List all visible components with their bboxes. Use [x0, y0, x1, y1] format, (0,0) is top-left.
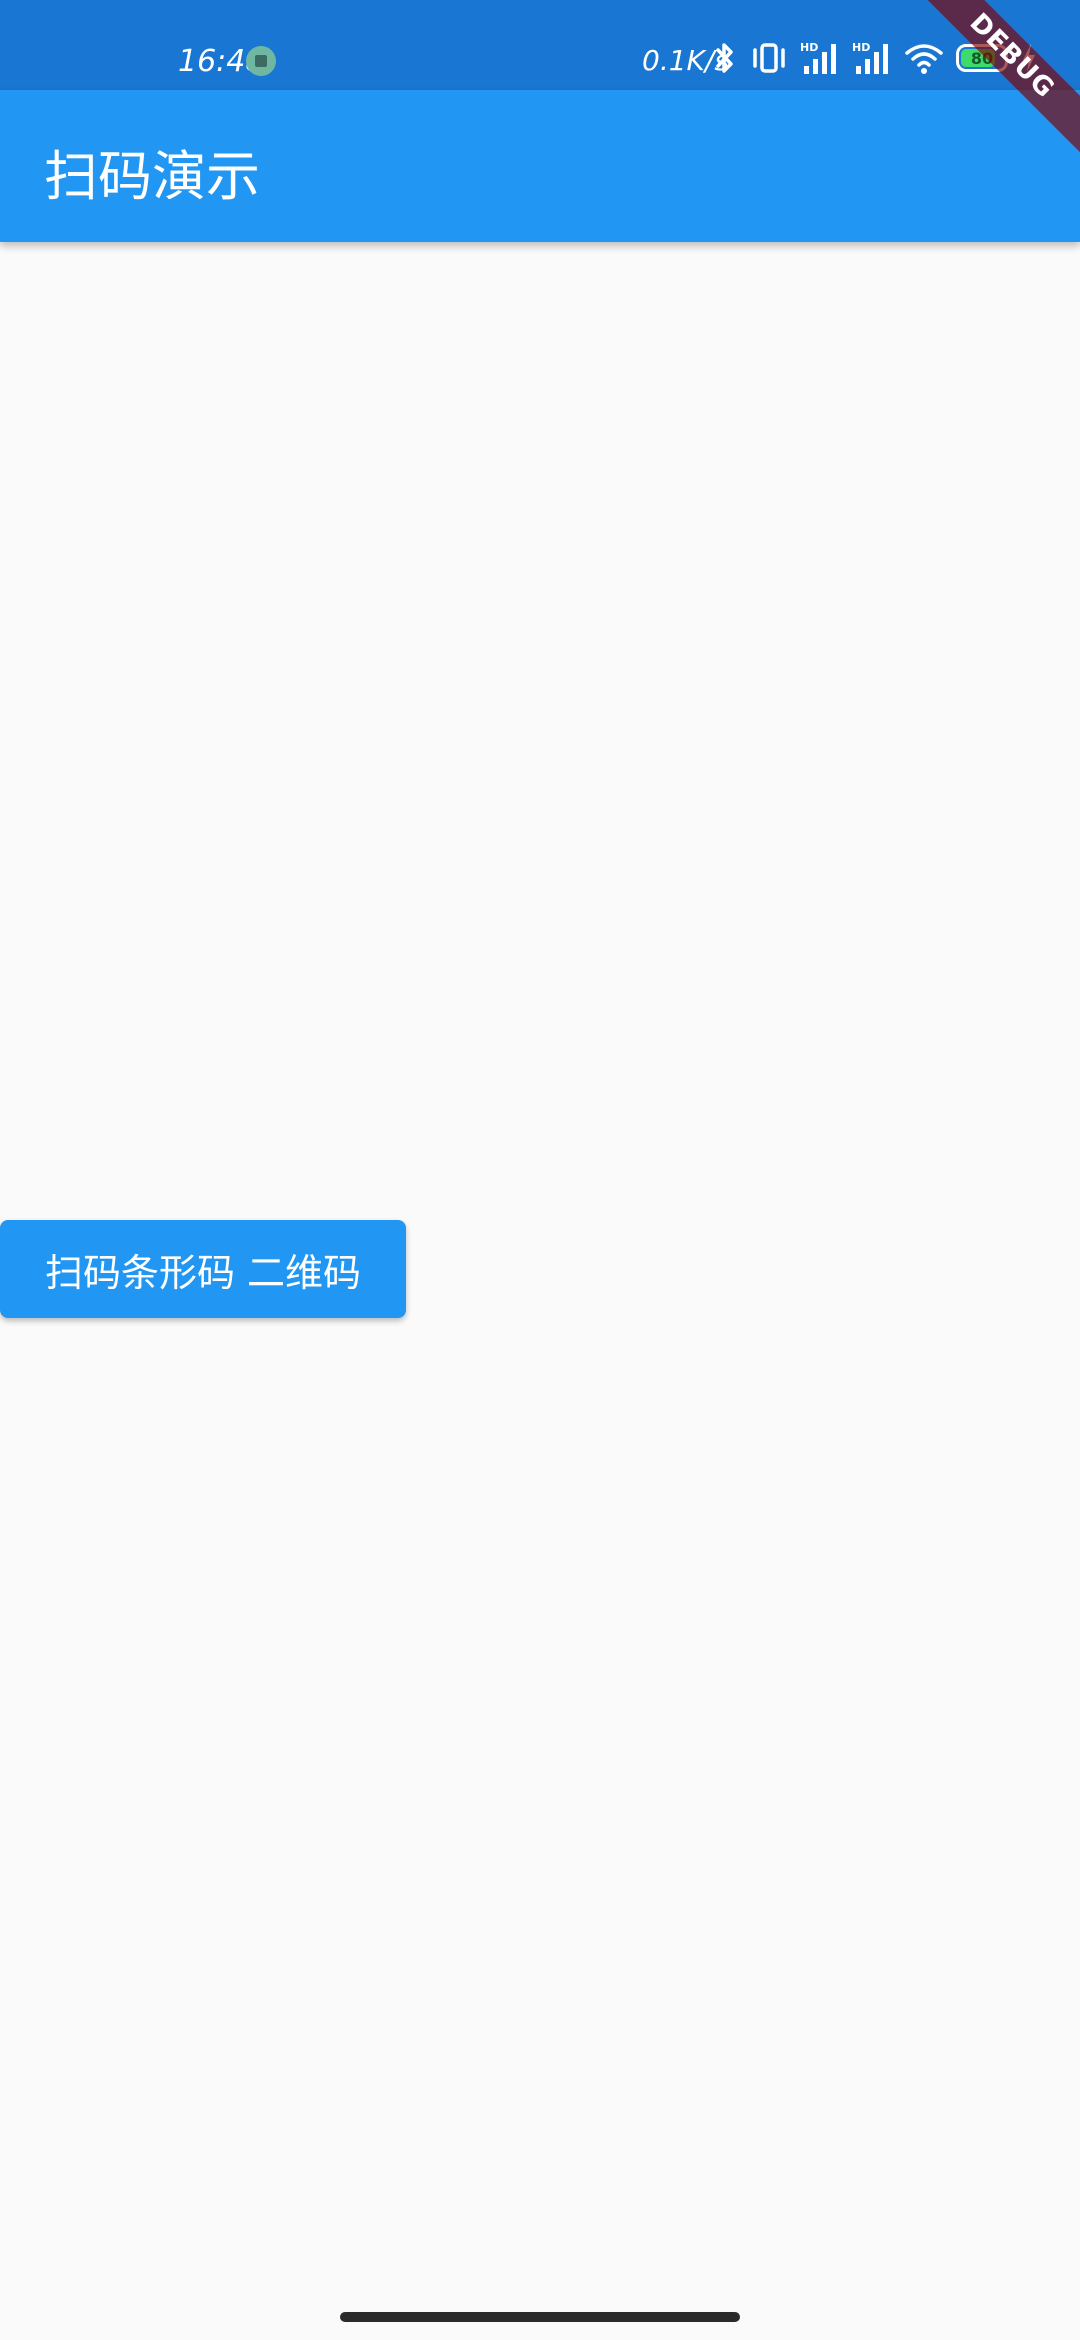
vibrate-icon [753, 43, 785, 73]
scan-barcode-qrcode-button[interactable]: 扫码条形码 二维码 [0, 1220, 406, 1318]
app-bar: 扫码演示 [0, 90, 1080, 242]
status-bar: 16:48 0.1K/s HD HD 80 [0, 0, 1080, 90]
battery-level: 80 [970, 48, 994, 68]
svg-text:HD: HD [800, 41, 818, 54]
svg-text:HD: HD [852, 41, 870, 54]
hd-signal-icon: HD [852, 41, 888, 74]
bluetooth-icon [716, 43, 733, 73]
page-title: 扫码演示 [44, 145, 260, 208]
hd-signal-icon: HD [800, 41, 836, 74]
home-indicator[interactable] [340, 2312, 740, 2322]
wifi-icon [905, 44, 943, 74]
charging-icon [1023, 44, 1035, 72]
app-notification-icon [246, 46, 276, 76]
battery-icon: 80 [956, 44, 1008, 72]
status-icons: HD HD 80 [712, 40, 1038, 76]
